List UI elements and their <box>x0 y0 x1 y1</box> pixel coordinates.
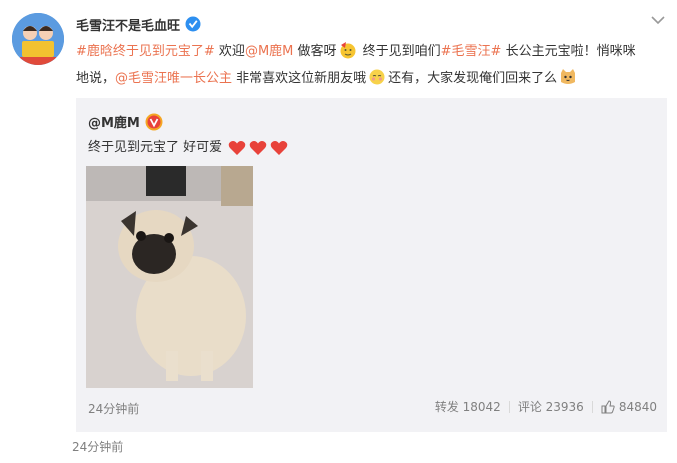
blue-verified-badge-icon <box>185 16 201 32</box>
repost-card[interactable]: @M鹿M 终于见到元宝了 好可爱 24分钟前 转发 18042 评论 23936… <box>76 98 667 432</box>
topic-link[interactable]: #毛雪汪# <box>441 44 502 59</box>
topic-link[interactable]: #鹿晗终于见到元宝了# <box>76 44 215 59</box>
like-button[interactable]: 84840 <box>601 400 657 414</box>
divider <box>591 400 593 413</box>
comment-button[interactable]: 评论 23936 <box>518 398 584 415</box>
heart-icon <box>249 141 267 155</box>
heart-icon <box>228 141 246 155</box>
shy-face-emoji-icon <box>369 69 385 85</box>
repost-timestamp: 24分钟前 <box>88 402 140 416</box>
avatar-image <box>12 13 64 65</box>
post-author-name[interactable]: 毛雪汪不是毛血旺 <box>76 15 180 34</box>
party-face-emoji-icon <box>340 42 356 59</box>
gold-verified-badge-icon <box>145 113 163 130</box>
pug-photo-image[interactable] <box>86 166 253 388</box>
thumbs-up-icon <box>601 399 615 413</box>
mention-link[interactable]: @毛雪汪唯一长公主 <box>115 71 232 86</box>
chevron-down-icon[interactable] <box>651 15 665 25</box>
post-timestamp: 24分钟前 <box>72 440 124 454</box>
mention-link[interactable]: @M鹿M <box>245 44 293 59</box>
post-text: #鹿晗终于见到元宝了# 欢迎@M鹿M 做客呀 终于见到咱们#毛雪汪# 长公主元宝… <box>76 38 636 92</box>
cat-face-emoji-icon <box>561 69 576 84</box>
divider <box>508 400 510 413</box>
forward-button[interactable]: 转发 18042 <box>435 398 501 415</box>
repost-author-name[interactable]: @M鹿M <box>88 112 140 131</box>
heart-icon <box>270 141 288 155</box>
repost-text: 终于见到元宝了 好可爱 <box>88 140 223 155</box>
avatar[interactable] <box>12 13 64 65</box>
like-count: 84840 <box>618 399 657 414</box>
